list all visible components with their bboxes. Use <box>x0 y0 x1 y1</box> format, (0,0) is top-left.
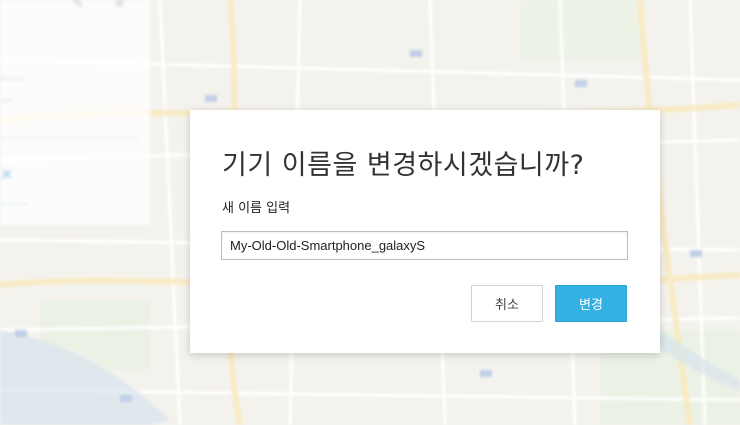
rename-device-dialog: 기기 이름을 변경하시겠습니까? 새 이름 입력 취소 변경 <box>190 110 660 353</box>
cancel-button[interactable]: 취소 <box>471 285 543 322</box>
dialog-title: 기기 이름을 변경하시겠습니까? <box>222 150 585 181</box>
screen: ✎✕ ······ ··· ✕ ········ 기기 이름을 변경하시겠습니까… <box>0 0 740 425</box>
new-name-input[interactable] <box>221 231 628 260</box>
new-name-label: 새 이름 입력 <box>222 201 291 216</box>
rename-button[interactable]: 변경 <box>555 285 627 322</box>
